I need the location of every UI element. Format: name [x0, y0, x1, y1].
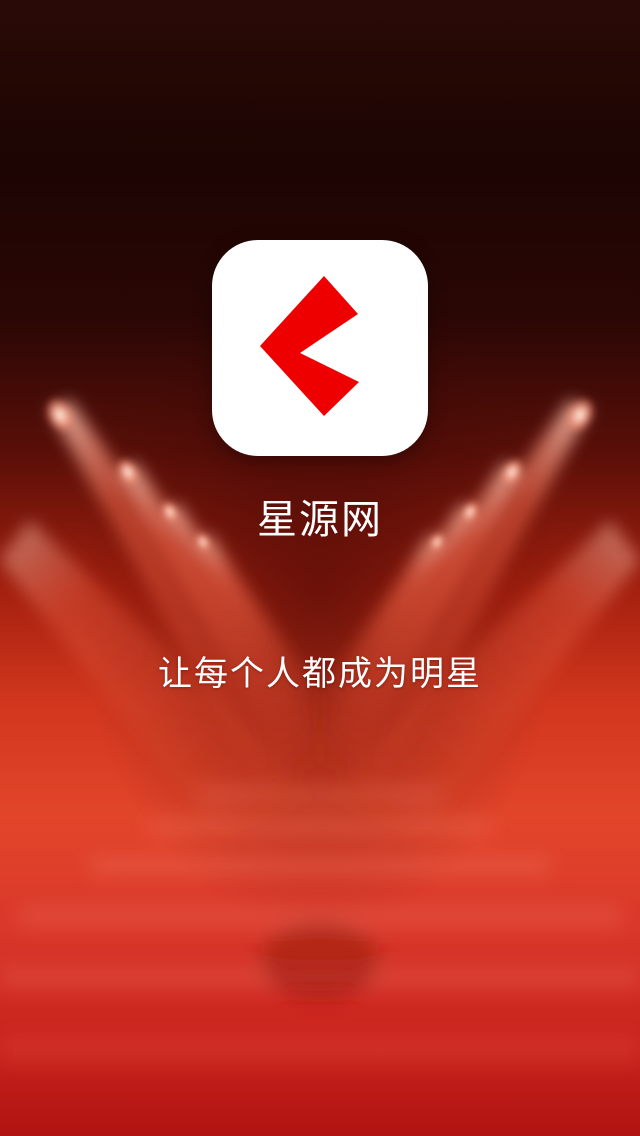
- stage-spotlights-background: [0, 396, 640, 840]
- app-name: 星源网: [257, 497, 383, 543]
- stage-floor-reflections: [0, 790, 640, 1063]
- app-logo: [212, 240, 428, 456]
- red-chevron-logo-icon: [260, 276, 359, 416]
- slogan: 让每个人都成为明星: [158, 654, 482, 694]
- right-light-beams: [310, 400, 640, 840]
- splash-screen: 星源网 让每个人都成为明星: [0, 0, 640, 1136]
- left-light-beams: [0, 400, 330, 840]
